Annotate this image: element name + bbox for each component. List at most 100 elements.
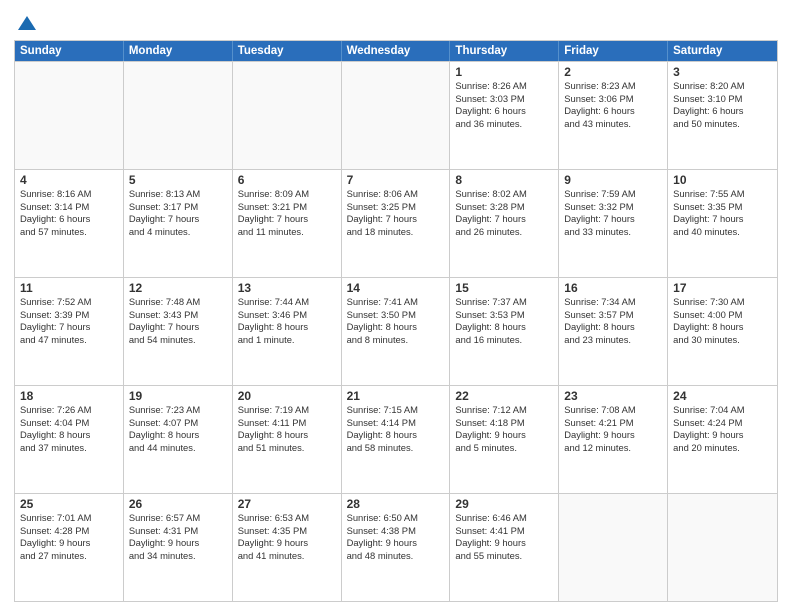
cell-info-line: Sunrise: 8:26 AM: [455, 80, 553, 93]
cell-info-line: Sunrise: 6:57 AM: [129, 512, 227, 525]
day-number: 26: [129, 497, 227, 511]
cell-info-line: Sunrise: 7:30 AM: [673, 296, 772, 309]
logo-icon: [16, 12, 38, 34]
cell-info-line: and 23 minutes.: [564, 334, 662, 347]
cell-info-line: Daylight: 7 hours: [129, 213, 227, 226]
cell-info-line: Daylight: 8 hours: [564, 321, 662, 334]
cell-info-line: and 44 minutes.: [129, 442, 227, 455]
cell-info-line: Sunrise: 7:34 AM: [564, 296, 662, 309]
cell-info-line: and 33 minutes.: [564, 226, 662, 239]
cell-info-line: Sunrise: 8:16 AM: [20, 188, 118, 201]
cal-cell: [342, 62, 451, 169]
cell-info-line: Sunset: 3:32 PM: [564, 201, 662, 214]
cal-cell: 17Sunrise: 7:30 AMSunset: 4:00 PMDayligh…: [668, 278, 777, 385]
cell-info-line: and 34 minutes.: [129, 550, 227, 563]
day-number: 12: [129, 281, 227, 295]
cal-cell: 15Sunrise: 7:37 AMSunset: 3:53 PMDayligh…: [450, 278, 559, 385]
cal-cell: [124, 62, 233, 169]
cell-info-line: Sunset: 4:38 PM: [347, 525, 445, 538]
cell-info-line: Sunset: 3:17 PM: [129, 201, 227, 214]
cal-cell: 21Sunrise: 7:15 AMSunset: 4:14 PMDayligh…: [342, 386, 451, 493]
day-of-week-tuesday: Tuesday: [233, 41, 342, 61]
cell-info-line: and 43 minutes.: [564, 118, 662, 131]
cal-cell: 11Sunrise: 7:52 AMSunset: 3:39 PMDayligh…: [15, 278, 124, 385]
cell-info-line: and 1 minute.: [238, 334, 336, 347]
cal-cell: 26Sunrise: 6:57 AMSunset: 4:31 PMDayligh…: [124, 494, 233, 601]
day-number: 14: [347, 281, 445, 295]
cal-cell: 25Sunrise: 7:01 AMSunset: 4:28 PMDayligh…: [15, 494, 124, 601]
cell-info-line: Sunrise: 7:12 AM: [455, 404, 553, 417]
calendar: SundayMondayTuesdayWednesdayThursdayFrid…: [14, 40, 778, 602]
cal-cell: [233, 62, 342, 169]
cell-info-line: Daylight: 6 hours: [455, 105, 553, 118]
day-number: 17: [673, 281, 772, 295]
cal-cell: 14Sunrise: 7:41 AMSunset: 3:50 PMDayligh…: [342, 278, 451, 385]
cell-info-line: and 4 minutes.: [129, 226, 227, 239]
day-of-week-saturday: Saturday: [668, 41, 777, 61]
cal-cell: [15, 62, 124, 169]
week-row-4: 18Sunrise: 7:26 AMSunset: 4:04 PMDayligh…: [15, 385, 777, 493]
cell-info-line: Sunset: 3:06 PM: [564, 93, 662, 106]
day-number: 5: [129, 173, 227, 187]
day-of-week-thursday: Thursday: [450, 41, 559, 61]
cal-cell: 24Sunrise: 7:04 AMSunset: 4:24 PMDayligh…: [668, 386, 777, 493]
cell-info-line: and 58 minutes.: [347, 442, 445, 455]
cell-info-line: Sunset: 4:18 PM: [455, 417, 553, 430]
day-number: 7: [347, 173, 445, 187]
cell-info-line: Daylight: 9 hours: [673, 429, 772, 442]
cell-info-line: Sunrise: 7:59 AM: [564, 188, 662, 201]
cell-info-line: and 55 minutes.: [455, 550, 553, 563]
day-of-week-sunday: Sunday: [15, 41, 124, 61]
cell-info-line: Sunset: 3:46 PM: [238, 309, 336, 322]
cell-info-line: Daylight: 8 hours: [238, 429, 336, 442]
cell-info-line: Daylight: 7 hours: [673, 213, 772, 226]
cell-info-line: and 8 minutes.: [347, 334, 445, 347]
calendar-body: 1Sunrise: 8:26 AMSunset: 3:03 PMDaylight…: [15, 61, 777, 601]
cal-cell: 6Sunrise: 8:09 AMSunset: 3:21 PMDaylight…: [233, 170, 342, 277]
day-of-week-monday: Monday: [124, 41, 233, 61]
cal-cell: [668, 494, 777, 601]
cal-cell: 28Sunrise: 6:50 AMSunset: 4:38 PMDayligh…: [342, 494, 451, 601]
cell-info-line: Daylight: 8 hours: [673, 321, 772, 334]
cell-info-line: Daylight: 7 hours: [238, 213, 336, 226]
cell-info-line: and 41 minutes.: [238, 550, 336, 563]
cell-info-line: Daylight: 9 hours: [238, 537, 336, 550]
cal-cell: 13Sunrise: 7:44 AMSunset: 3:46 PMDayligh…: [233, 278, 342, 385]
day-number: 19: [129, 389, 227, 403]
cell-info-line: Daylight: 9 hours: [129, 537, 227, 550]
cell-info-line: and 12 minutes.: [564, 442, 662, 455]
day-number: 20: [238, 389, 336, 403]
day-number: 9: [564, 173, 662, 187]
day-of-week-friday: Friday: [559, 41, 668, 61]
cell-info-line: Daylight: 7 hours: [455, 213, 553, 226]
day-number: 27: [238, 497, 336, 511]
cell-info-line: and 5 minutes.: [455, 442, 553, 455]
cell-info-line: Daylight: 9 hours: [564, 429, 662, 442]
day-of-week-wednesday: Wednesday: [342, 41, 451, 61]
cell-info-line: Daylight: 9 hours: [455, 429, 553, 442]
day-number: 6: [238, 173, 336, 187]
cell-info-line: Sunrise: 7:41 AM: [347, 296, 445, 309]
cell-info-line: Daylight: 8 hours: [20, 429, 118, 442]
cell-info-line: Sunset: 4:35 PM: [238, 525, 336, 538]
cal-cell: 10Sunrise: 7:55 AMSunset: 3:35 PMDayligh…: [668, 170, 777, 277]
cal-cell: 5Sunrise: 8:13 AMSunset: 3:17 PMDaylight…: [124, 170, 233, 277]
cal-cell: 23Sunrise: 7:08 AMSunset: 4:21 PMDayligh…: [559, 386, 668, 493]
page: SundayMondayTuesdayWednesdayThursdayFrid…: [0, 0, 792, 612]
cell-info-line: Sunset: 3:39 PM: [20, 309, 118, 322]
cal-cell: 29Sunrise: 6:46 AMSunset: 4:41 PMDayligh…: [450, 494, 559, 601]
day-number: 13: [238, 281, 336, 295]
day-number: 16: [564, 281, 662, 295]
cell-info-line: and 54 minutes.: [129, 334, 227, 347]
header: [14, 10, 778, 34]
cell-info-line: and 16 minutes.: [455, 334, 553, 347]
cell-info-line: Sunrise: 8:13 AM: [129, 188, 227, 201]
cell-info-line: and 20 minutes.: [673, 442, 772, 455]
calendar-header: SundayMondayTuesdayWednesdayThursdayFrid…: [15, 41, 777, 61]
cell-info-line: and 27 minutes.: [20, 550, 118, 563]
cell-info-line: Sunset: 3:10 PM: [673, 93, 772, 106]
cal-cell: 16Sunrise: 7:34 AMSunset: 3:57 PMDayligh…: [559, 278, 668, 385]
cell-info-line: and 48 minutes.: [347, 550, 445, 563]
cell-info-line: Daylight: 8 hours: [347, 429, 445, 442]
cell-info-line: and 37 minutes.: [20, 442, 118, 455]
